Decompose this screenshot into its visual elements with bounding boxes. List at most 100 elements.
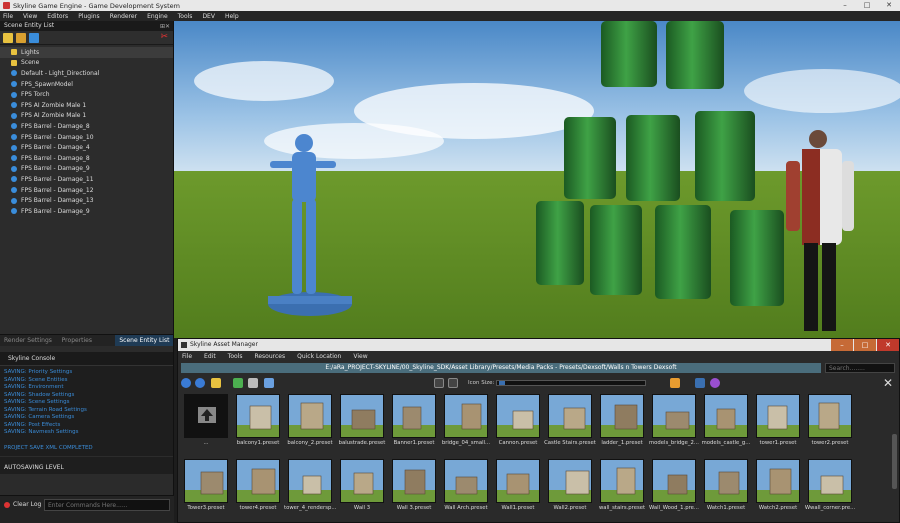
3d-viewport[interactable] [174, 21, 900, 338]
menu-dev[interactable]: DEV [202, 13, 215, 20]
asset-tile[interactable]: models_bridge_2... [649, 394, 699, 452]
am-menu-edit[interactable]: Edit [204, 353, 216, 360]
path-row: E:/aRa_PROJECT-SKYLINE/00_Skyline_SDK/As… [178, 361, 899, 375]
menu-engine[interactable]: Engine [147, 13, 168, 20]
asset-thumbnail [756, 459, 800, 503]
entity-row[interactable]: Lights [0, 47, 173, 58]
am-menu-file[interactable]: File [182, 353, 192, 360]
asset-label: ladder_1.preset [601, 440, 643, 446]
asset-tile[interactable]: Wall2.preset [548, 459, 594, 517]
camera-icon[interactable] [248, 378, 258, 388]
folder-up-icon[interactable] [211, 378, 221, 388]
menu-view[interactable]: View [23, 13, 37, 20]
asset-tile[interactable]: ladder_1.preset [600, 394, 646, 452]
am-menu-resources[interactable]: Resources [254, 353, 285, 360]
entity-row[interactable]: FPS Barrel - Damage_12 [0, 185, 173, 196]
scissors-icon[interactable]: ✂ [160, 32, 168, 42]
icon-size-slider[interactable] [496, 380, 646, 386]
entity-icon [11, 176, 17, 183]
entity-row[interactable]: FPS AI Zombie Male 1 [0, 100, 173, 111]
close-panel-icon[interactable]: ✕ [883, 376, 893, 390]
settings-icon[interactable] [710, 378, 720, 388]
entity-icon[interactable] [16, 32, 26, 43]
entity-row[interactable]: Default - Light_Directional [0, 68, 173, 79]
asset-tile[interactable]: Banner1.preset [392, 394, 438, 452]
entity-row[interactable]: FPS Barrel - Damage_4 [0, 142, 173, 153]
asset-tile[interactable]: wall_stairs.preset [599, 459, 646, 517]
am-menu-quick-location[interactable]: Quick Location [297, 353, 341, 360]
entity-row[interactable]: FPS Barrel - Damage_8 [0, 121, 173, 132]
entity-row[interactable]: FPS Barrel - Damage_10 [0, 132, 173, 143]
pin-tool-icon[interactable] [264, 378, 274, 388]
close-icon[interactable]: ✕ [878, 0, 900, 11]
asset-scrollbar[interactable] [892, 434, 897, 489]
refresh-icon[interactable] [670, 378, 680, 388]
asset-tile[interactable]: Cannon.preset [496, 394, 542, 452]
asset-tile[interactable]: Wwall_corner.pre... [805, 459, 855, 517]
asset-tile[interactable]: balcony_2.preset [287, 394, 334, 452]
am-menu-view[interactable]: View [353, 353, 367, 360]
minimize-icon[interactable]: – [834, 0, 856, 11]
entity-row[interactable]: FPS Barrel - Damage_8 [0, 153, 173, 164]
entity-row[interactable]: FPS AI Zombie Male 1 [0, 111, 173, 122]
filter-icon[interactable] [29, 32, 39, 43]
asset-tile[interactable]: balustrade.preset [339, 394, 386, 452]
asset-tile[interactable]: Castle Stairs.preset [544, 394, 596, 452]
slider-thumb[interactable] [499, 381, 505, 385]
asset-tile[interactable]: Watch1.preset [704, 459, 750, 517]
clear-log-button[interactable]: Clear Log [4, 501, 41, 508]
path-field[interactable]: E:/aRa_PROJECT-SKYLINE/00_Skyline_SDK/As… [181, 363, 821, 373]
asset-tile[interactable]: Wall1.preset [496, 459, 542, 517]
grid-view-icon[interactable] [448, 378, 458, 388]
entity-label: Scene [21, 59, 40, 67]
export-icon[interactable] [695, 378, 705, 388]
menu-editors[interactable]: Editors [47, 13, 68, 20]
entity-row[interactable]: FPS Barrel - Damage_13 [0, 195, 173, 206]
scene-toolbar: ✂ [0, 31, 173, 45]
asset-tile[interactable]: Wall Arch.preset [444, 459, 490, 517]
folder-icon[interactable] [3, 32, 13, 43]
entity-row[interactable]: FPS Torch [0, 89, 173, 100]
asset-tile[interactable]: balcony1.preset [236, 394, 282, 452]
entity-row[interactable]: Scene [0, 58, 173, 69]
command-input[interactable] [44, 499, 170, 511]
menu-tools[interactable]: Tools [178, 13, 193, 20]
tab-render-settings[interactable]: Render Settings [0, 335, 58, 346]
asset-tile[interactable]: Watch2.preset [756, 459, 802, 517]
forward-icon[interactable] [195, 378, 205, 388]
am-maximize-icon[interactable]: □ [854, 339, 876, 351]
asset-tile[interactable]: Tower3.preset [184, 459, 230, 517]
import-icon[interactable] [233, 378, 243, 388]
asset-tile[interactable]: Wall_Wood_1.pre... [649, 459, 699, 517]
am-minimize-icon[interactable]: – [831, 339, 853, 351]
asset-tile[interactable]: models_castle_g... [702, 394, 750, 452]
asset-search-input[interactable] [825, 363, 895, 373]
asset-tile[interactable]: Wall 3.preset [392, 459, 438, 517]
list-view-icon[interactable] [434, 378, 444, 388]
entity-row[interactable]: FPS Barrel - Damage_9 [0, 206, 173, 217]
entity-row[interactable]: FPS_SpawnModel [0, 79, 173, 90]
asset-tile[interactable]: bridge_04_small... [442, 394, 490, 452]
asset-tile[interactable]: tower2.preset [808, 394, 854, 452]
menu-help[interactable]: Help [225, 13, 239, 20]
asset-tile[interactable]: tower_4_rendersp... [284, 459, 336, 517]
asset-thumbnail [548, 394, 592, 438]
maximize-icon[interactable]: □ [856, 0, 878, 11]
asset-tile[interactable]: Wall 3 [340, 459, 386, 517]
entity-row[interactable]: FPS Barrel - Damage_9 [0, 164, 173, 175]
am-menu-tools[interactable]: Tools [228, 353, 243, 360]
tab-scene-entity-list[interactable]: Scene Entity List [115, 335, 174, 346]
asset-tile[interactable]: tower4.preset [236, 459, 282, 517]
menu-file[interactable]: File [3, 13, 13, 20]
entity-icon [11, 187, 17, 194]
menu-plugins[interactable]: Plugins [78, 13, 100, 20]
back-icon[interactable] [181, 378, 191, 388]
asset-tile[interactable]: tower1.preset [756, 394, 802, 452]
entity-row[interactable]: FPS Barrel - Damage_11 [0, 174, 173, 185]
asset-thumbnail [288, 394, 332, 438]
autosave-status: AUTOSAVING LEVEL [0, 456, 173, 474]
tab-properties[interactable]: Properties [58, 335, 116, 346]
parent-folder-tile[interactable]: ... [184, 394, 230, 452]
menu-renderer[interactable]: Renderer [110, 13, 137, 20]
am-close-icon[interactable]: ✕ [877, 339, 899, 351]
